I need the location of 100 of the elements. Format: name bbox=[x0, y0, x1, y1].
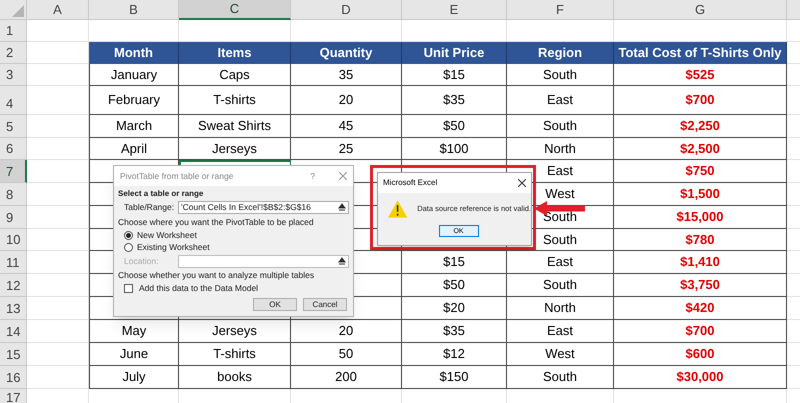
section-label: Select a table or range bbox=[118, 188, 204, 200]
option-label: New Worksheet bbox=[137, 228, 197, 242]
table-cell[interactable]: $1,500 bbox=[614, 183, 787, 206]
table-cell[interactable]: South bbox=[507, 366, 614, 389]
table-cell[interactable]: May bbox=[89, 320, 179, 343]
collapse-icon[interactable] bbox=[338, 203, 346, 212]
table-cell[interactable]: June bbox=[89, 343, 179, 366]
column-header[interactable]: F bbox=[507, 0, 614, 20]
table-cell[interactable]: South bbox=[507, 274, 614, 297]
table-cell[interactable]: North bbox=[507, 138, 614, 160]
table-cell[interactable]: $20 bbox=[402, 297, 507, 320]
table-cell[interactable]: March bbox=[89, 115, 179, 138]
table-cell[interactable]: 20 bbox=[291, 320, 402, 343]
row-header[interactable]: 9 bbox=[0, 206, 27, 229]
row-header[interactable]: 12 bbox=[0, 274, 27, 297]
table-cell[interactable]: January bbox=[89, 64, 179, 86]
section-label: Choose whether you want to analyze multiple tables bbox=[118, 269, 316, 282]
row-header[interactable]: 4 bbox=[0, 86, 27, 115]
row-header[interactable]: 10 bbox=[0, 229, 27, 251]
table-cell[interactable]: $2,500 bbox=[614, 138, 787, 160]
table-cell[interactable]: $15 bbox=[402, 64, 507, 86]
checkbox[interactable] bbox=[124, 284, 133, 292]
table-cell[interactable]: $700 bbox=[614, 320, 787, 343]
collapse-icon[interactable] bbox=[338, 256, 346, 266]
table-cell[interactable]: Sweat Shirts bbox=[179, 115, 291, 138]
column-header[interactable] bbox=[787, 0, 800, 20]
table-cell[interactable]: T-shirts bbox=[179, 86, 291, 115]
table-cell[interactable]: $35 bbox=[402, 86, 507, 115]
column-heading: Unit Price bbox=[402, 42, 507, 64]
table-cell[interactable]: 25 bbox=[291, 138, 402, 160]
column-header[interactable]: C bbox=[179, 0, 291, 20]
table-cell[interactable]: $420 bbox=[614, 297, 787, 320]
table-cell[interactable]: 45 bbox=[291, 115, 402, 138]
row-header[interactable]: 3 bbox=[0, 64, 27, 86]
table-cell[interactable]: $3,750 bbox=[614, 274, 787, 297]
column-header[interactable]: E bbox=[402, 0, 507, 20]
help-button[interactable]: ? bbox=[310, 170, 315, 182]
table-cell[interactable]: $700 bbox=[614, 86, 787, 115]
table-cell[interactable]: $15,000 bbox=[614, 206, 787, 229]
row-header[interactable]: 11 bbox=[0, 251, 27, 274]
select-all-icon[interactable] bbox=[12, 5, 24, 17]
table-cell[interactable]: $35 bbox=[402, 320, 507, 343]
table-cell[interactable]: February bbox=[89, 86, 179, 115]
table-cell[interactable]: South bbox=[507, 64, 614, 86]
row-header[interactable]: 6 bbox=[0, 138, 27, 160]
table-cell[interactable]: T-shirts bbox=[179, 343, 291, 366]
table-cell[interactable]: Jerseys bbox=[179, 138, 291, 160]
row-header[interactable]: 15 bbox=[0, 343, 27, 366]
table-cell[interactable]: April bbox=[89, 138, 179, 160]
table-cell[interactable]: North bbox=[507, 297, 614, 320]
table-cell[interactable]: $50 bbox=[402, 274, 507, 297]
field-label: Table/Range: bbox=[124, 201, 174, 214]
row-header[interactable]: 17 bbox=[0, 389, 27, 403]
column-header[interactable]: D bbox=[291, 0, 402, 20]
table-cell[interactable]: $600 bbox=[614, 343, 787, 366]
table-cell[interactable]: 200 bbox=[291, 366, 402, 389]
field-label: Location: bbox=[124, 254, 160, 268]
warning-icon bbox=[388, 200, 408, 218]
row-header[interactable]: 2 bbox=[0, 42, 27, 64]
row-header[interactable]: 1 bbox=[0, 20, 27, 42]
table-cell[interactable]: July bbox=[89, 366, 179, 389]
table-cell[interactable]: $780 bbox=[614, 229, 787, 251]
table-cell[interactable]: South bbox=[507, 115, 614, 138]
row-header[interactable]: 5 bbox=[0, 115, 27, 138]
column-header[interactable]: A bbox=[27, 0, 89, 20]
table-cell[interactable]: $1,410 bbox=[614, 251, 787, 274]
row-header[interactable]: 16 bbox=[0, 366, 27, 389]
radio-button[interactable] bbox=[124, 242, 133, 252]
dialog-button[interactable]: OK bbox=[253, 298, 297, 311]
table-cell[interactable]: $15 bbox=[402, 251, 507, 274]
table-cell[interactable]: $50 bbox=[402, 115, 507, 138]
row-header[interactable]: 7 bbox=[0, 160, 27, 183]
table-cell[interactable]: $750 bbox=[614, 160, 787, 183]
row-header[interactable]: 8 bbox=[0, 183, 27, 206]
close-icon[interactable] bbox=[518, 179, 526, 187]
table-cell[interactable]: East bbox=[507, 251, 614, 274]
table-cell[interactable]: $12 bbox=[402, 343, 507, 366]
table-cell[interactable]: $30,000 bbox=[614, 366, 787, 389]
table-cell[interactable]: West bbox=[507, 343, 614, 366]
radio-button[interactable] bbox=[124, 230, 133, 240]
row-header[interactable]: 13 bbox=[0, 297, 27, 320]
table-cell[interactable]: 50 bbox=[291, 343, 402, 366]
table-cell[interactable]: East bbox=[507, 86, 614, 115]
table-cell[interactable]: 20 bbox=[291, 86, 402, 115]
table-cell[interactable]: Jerseys bbox=[179, 320, 291, 343]
table-cell[interactable]: $150 bbox=[402, 366, 507, 389]
dialog-title: Microsoft Excel bbox=[383, 177, 438, 189]
column-header[interactable]: G bbox=[614, 0, 787, 20]
column-header[interactable]: B bbox=[89, 0, 179, 20]
table-cell[interactable]: Caps bbox=[179, 64, 291, 86]
table-cell[interactable]: books bbox=[179, 366, 291, 389]
table-cell[interactable]: $2,250 bbox=[614, 115, 787, 138]
row-header[interactable]: 14 bbox=[0, 320, 27, 343]
range-field[interactable]: 'Count Cells In Excel'!$B$2:$G$16 bbox=[178, 201, 349, 214]
table-cell[interactable]: $100 bbox=[402, 138, 507, 160]
location-field[interactable] bbox=[178, 254, 349, 268]
table-cell[interactable]: $525 bbox=[614, 64, 787, 86]
table-cell[interactable]: 35 bbox=[291, 64, 402, 86]
table-cell[interactable]: East bbox=[507, 320, 614, 343]
dialog-button[interactable]: Cancel bbox=[303, 298, 347, 311]
